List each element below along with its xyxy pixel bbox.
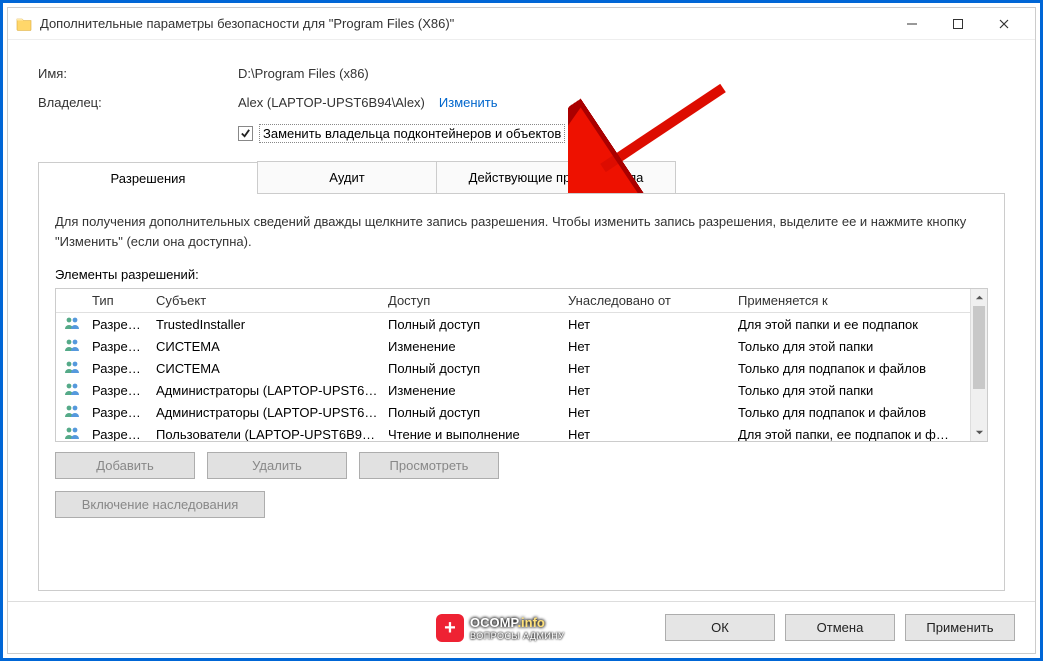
owner-change-link[interactable]: Изменить <box>439 95 498 110</box>
cell-inherited: Нет <box>568 339 738 354</box>
close-icon <box>999 19 1009 29</box>
minimize-icon <box>907 19 917 29</box>
chevron-down-icon <box>975 428 984 437</box>
people-icon <box>64 338 92 355</box>
table-row[interactable]: Разре…Администраторы (LAPTOP-UPST6…Полны… <box>56 401 987 423</box>
cell-inherited: Нет <box>568 317 738 332</box>
tab-audit[interactable]: Аудит <box>257 161 437 193</box>
cell-type: Разре… <box>92 317 156 332</box>
cell-access: Чтение и выполнение <box>388 427 568 442</box>
scroll-up-button[interactable] <box>971 289 987 306</box>
check-icon <box>240 128 251 139</box>
col-applies[interactable]: Применяется к <box>738 293 979 308</box>
ok-button[interactable]: ОК <box>665 614 775 641</box>
col-subject[interactable]: Субъект <box>156 293 388 308</box>
cell-access: Полный доступ <box>388 405 568 420</box>
cell-type: Разре… <box>92 383 156 398</box>
people-icon <box>64 316 92 333</box>
tab-body-permissions: Для получения дополнительных сведений дв… <box>38 194 1005 591</box>
help-text: Для получения дополнительных сведений дв… <box>55 212 988 251</box>
minimize-button[interactable] <box>889 8 935 40</box>
window-title: Дополнительные параметры безопасности дл… <box>40 16 889 31</box>
people-icon <box>64 382 92 399</box>
cell-applies: Только для подпапок и файлов <box>738 405 979 420</box>
cell-applies: Для этой папки и ее подпапок <box>738 317 979 332</box>
dialog-footer: ОК Отмена Применить <box>8 601 1035 653</box>
people-icon <box>64 360 92 377</box>
list-header: Тип Субъект Доступ Унаследовано от Приме… <box>56 289 987 313</box>
table-row[interactable]: Разре…Пользователи (LAPTOP-UPST6B9…Чтени… <box>56 423 987 442</box>
col-inherited[interactable]: Унаследовано от <box>568 293 738 308</box>
people-icon <box>64 404 92 421</box>
owner-value: Alex (LAPTOP-UPST6B94\Alex) <box>238 95 425 110</box>
col-access[interactable]: Доступ <box>388 293 568 308</box>
add-button[interactable]: Добавить <box>55 452 195 479</box>
cell-applies: Только для этой папки <box>738 383 979 398</box>
cell-type: Разре… <box>92 361 156 376</box>
tab-effective-access[interactable]: Действующие права доступа <box>436 161 676 193</box>
list-caption: Элементы разрешений: <box>55 267 988 282</box>
titlebar: Дополнительные параметры безопасности дл… <box>8 8 1035 40</box>
cell-subject: Администраторы (LAPTOP-UPST6… <box>156 383 388 398</box>
cell-applies: Для этой папки, ее подпапок и ф… <box>738 427 979 442</box>
name-value: D:\Program Files (x86) <box>238 66 369 81</box>
cell-inherited: Нет <box>568 361 738 376</box>
tab-permissions[interactable]: Разрешения <box>38 162 258 194</box>
maximize-icon <box>953 19 963 29</box>
cell-access: Полный доступ <box>388 361 568 376</box>
cell-applies: Только для подпапок и файлов <box>738 361 979 376</box>
cell-type: Разре… <box>92 405 156 420</box>
permissions-list[interactable]: Тип Субъект Доступ Унаследовано от Приме… <box>55 288 988 442</box>
folder-icon <box>16 16 32 32</box>
cell-inherited: Нет <box>568 383 738 398</box>
people-icon <box>64 426 92 443</box>
cell-subject: TrustedInstaller <box>156 317 388 332</box>
apply-button[interactable]: Применить <box>905 614 1015 641</box>
enable-inheritance-button[interactable]: Включение наследования <box>55 491 265 518</box>
cell-subject: СИСТЕМА <box>156 361 388 376</box>
table-row[interactable]: Разре…СИСТЕМАПолный доступНетТолько для … <box>56 357 987 379</box>
col-type[interactable]: Тип <box>92 293 156 308</box>
cell-type: Разре… <box>92 339 156 354</box>
scroll-thumb[interactable] <box>973 306 985 389</box>
cell-inherited: Нет <box>568 405 738 420</box>
remove-button[interactable]: Удалить <box>207 452 347 479</box>
scroll-down-button[interactable] <box>971 424 987 441</box>
cell-subject: Пользователи (LAPTOP-UPST6B9… <box>156 427 388 442</box>
cancel-button[interactable]: Отмена <box>785 614 895 641</box>
name-label: Имя: <box>38 66 238 81</box>
chevron-up-icon <box>975 293 984 302</box>
cell-inherited: Нет <box>568 427 738 442</box>
cell-access: Изменение <box>388 339 568 354</box>
close-button[interactable] <box>981 8 1027 40</box>
replace-owner-label: Заменить владельца подконтейнеров и объе… <box>263 126 561 141</box>
cell-subject: СИСТЕМА <box>156 339 388 354</box>
owner-label: Владелец: <box>38 95 238 110</box>
security-dialog: Дополнительные параметры безопасности дл… <box>7 7 1036 654</box>
table-row[interactable]: Разре…Администраторы (LAPTOP-UPST6…Измен… <box>56 379 987 401</box>
cell-subject: Администраторы (LAPTOP-UPST6… <box>156 405 388 420</box>
view-button[interactable]: Просмотреть <box>359 452 499 479</box>
scrollbar[interactable] <box>970 289 987 441</box>
cell-type: Разре… <box>92 427 156 442</box>
cell-applies: Только для этой папки <box>738 339 979 354</box>
cell-access: Полный доступ <box>388 317 568 332</box>
tab-strip: Разрешения Аудит Действующие права досту… <box>38 161 1005 194</box>
replace-owner-checkbox[interactable] <box>238 126 253 141</box>
cell-access: Изменение <box>388 383 568 398</box>
table-row[interactable]: Разре…TrustedInstallerПолный доступНетДл… <box>56 313 987 335</box>
table-row[interactable]: Разре…СИСТЕМАИзменениеНетТолько для этой… <box>56 335 987 357</box>
maximize-button[interactable] <box>935 8 981 40</box>
